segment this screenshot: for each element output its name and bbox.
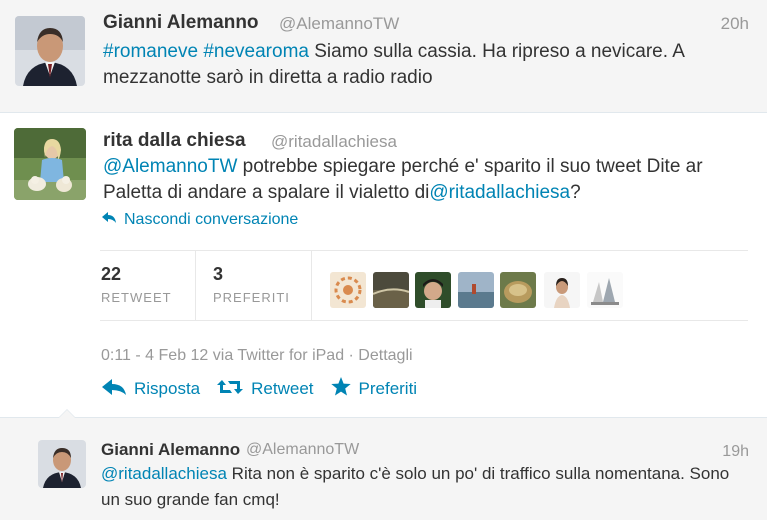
author-name[interactable]: rita dalla chiesa (103, 130, 246, 152)
tweet-text: @AlemannoTW potrebbe spiegare perché e' … (103, 154, 753, 206)
user-avatar-thumb[interactable] (458, 272, 494, 308)
avatar[interactable] (38, 440, 86, 488)
user-avatar-thumb[interactable] (544, 272, 580, 308)
tweet-text-segment: ? (570, 182, 581, 203)
tweet-rita-dalla-chiesa: rita dalla chiesa @ritadallachiesa @Alem… (0, 113, 767, 418)
tweet-timestamp[interactable]: 19h (722, 443, 749, 461)
retweet-stat-label: RETWEET (101, 290, 172, 305)
author-name[interactable]: Gianni Alemanno (101, 440, 240, 460)
user-avatar-thumb[interactable] (500, 272, 536, 308)
hide-conversation-label: Nascondi conversazione (124, 211, 299, 228)
author-handle[interactable]: @ritadallachiesa (271, 132, 397, 152)
tweet-meta-details[interactable]: 0:11 - 4 Feb 12 via Twitter for iPad · D… (101, 347, 413, 365)
star-icon (330, 376, 352, 402)
tweet-gianni-alemanno-reply: Gianni Alemanno @AlemannoTW 19h @ritadal… (0, 409, 767, 520)
reply-button[interactable]: Risposta (101, 378, 200, 401)
stat-divider (311, 251, 312, 320)
author-handle[interactable]: @AlemannoTW (246, 441, 359, 459)
hide-conversation-link[interactable]: Nascondi conversazione (101, 211, 298, 229)
mention-link[interactable]: @AlemannoTW (103, 156, 237, 177)
reply-icon (101, 378, 127, 401)
reply-label: Risposta (134, 379, 201, 398)
author-name[interactable]: Gianni Alemanno (103, 12, 259, 34)
conversation-caret (58, 409, 76, 418)
hashtag-link[interactable]: #nevearoma (203, 41, 309, 62)
tweet-stats: 22 RETWEET 3 PREFERITI (100, 250, 748, 321)
hashtag-link[interactable]: #romaneve (103, 41, 198, 62)
user-avatar-thumb[interactable] (373, 272, 409, 308)
tweet-actions: Risposta Retweet Preferiti (101, 376, 433, 402)
retweet-stat[interactable]: 22 RETWEET (101, 264, 172, 305)
favorite-button[interactable]: Preferiti (330, 376, 418, 402)
tweet-timestamp[interactable]: 20h (721, 14, 749, 34)
reply-arrow-icon (101, 211, 118, 229)
mention-link[interactable]: @ritadallachiesa (429, 182, 570, 203)
favorite-label: Preferiti (358, 379, 418, 398)
tweet-text: #romaneve #nevearoma Siamo sulla cassia.… (103, 39, 753, 91)
favorites-stat-label: PREFERITI (213, 290, 290, 305)
favorites-stat[interactable]: 3 PREFERITI (213, 264, 290, 305)
retweet-label: Retweet (251, 379, 314, 398)
tweet-gianni-alemanno: Gianni Alemanno @AlemannoTW 20h #romanev… (0, 0, 767, 113)
retweet-button[interactable]: Retweet (216, 378, 314, 401)
user-avatar-thumb[interactable] (587, 272, 623, 308)
stat-divider (195, 251, 196, 320)
author-handle[interactable]: @AlemannoTW (279, 14, 399, 34)
user-avatar-thumb[interactable] (415, 272, 451, 308)
user-avatar-thumb[interactable] (330, 272, 366, 308)
tweet-text: @ritadallachiesa Rita non è sparito c'è … (101, 461, 751, 513)
mention-link[interactable]: @ritadallachiesa (101, 464, 227, 483)
avatar[interactable] (15, 16, 85, 86)
retweet-icon (216, 378, 244, 401)
avatar[interactable] (14, 128, 86, 200)
favorites-count: 3 (213, 264, 224, 284)
retweet-count: 22 (101, 264, 122, 284)
